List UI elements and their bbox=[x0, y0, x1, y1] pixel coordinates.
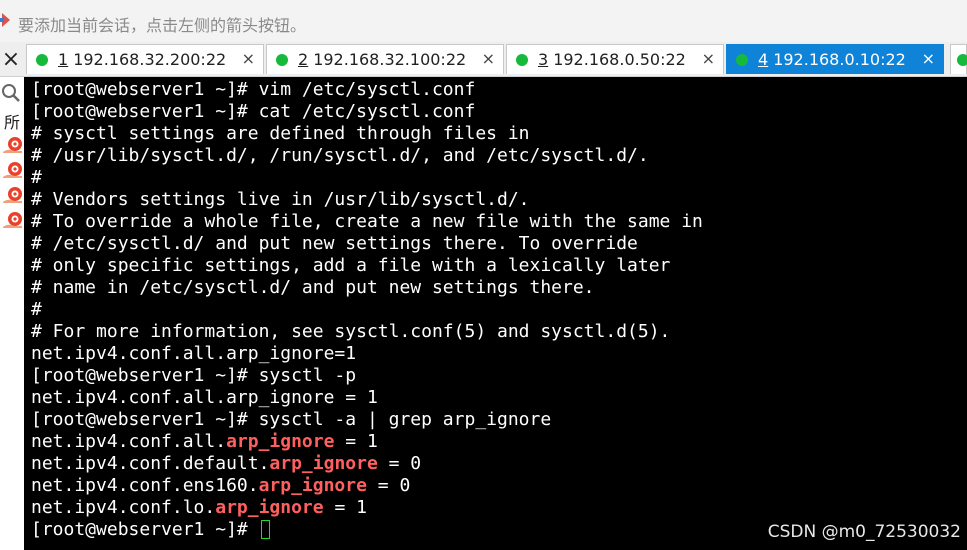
sidebar-label: 所 bbox=[4, 113, 21, 132]
grep-match: arp_ignore bbox=[226, 431, 335, 452]
tab-host: 192.168.0.10:22 bbox=[773, 50, 906, 69]
tab-number: 3 bbox=[538, 50, 549, 69]
connected-status-icon bbox=[736, 53, 748, 66]
tab-number: 4 bbox=[758, 50, 769, 69]
terminal-line: [root@webserver1 ~]# cat /etc/sysctl.con… bbox=[31, 101, 703, 123]
terminal-line: [root@webserver1 ~]# sysctl -a | grep ar… bbox=[31, 409, 703, 431]
terminal-text: net.ipv4.conf.default. bbox=[31, 453, 270, 474]
terminal-text: # bbox=[31, 167, 42, 188]
snail-session-icon[interactable] bbox=[2, 160, 24, 180]
tab-number: 2 bbox=[298, 50, 309, 69]
terminal-cursor bbox=[260, 520, 270, 539]
terminal-text: # Vendors settings live in /usr/lib/sysc… bbox=[31, 189, 530, 210]
snail-session-icon[interactable] bbox=[2, 210, 24, 230]
terminal-text: # To override a whole file, create a new… bbox=[31, 211, 703, 232]
terminal-line: # bbox=[31, 167, 703, 189]
terminal-lines: [root@webserver1 ~]# vim /etc/sysctl.con… bbox=[31, 79, 703, 541]
watermark: CSDN @m0_72530032 bbox=[767, 522, 961, 542]
terminal-line: # sysctl settings are defined through fi… bbox=[31, 123, 703, 145]
terminal-text: = 1 bbox=[334, 431, 378, 452]
terminal-text: [root@webserver1 ~]# sysctl -a | grep ar… bbox=[31, 409, 552, 430]
terminal-line: net.ipv4.conf.ens160.arp_ignore = 0 bbox=[31, 475, 703, 497]
tab-host: 192.168.0.50:22 bbox=[553, 50, 686, 69]
grep-match: arp_ignore bbox=[258, 475, 367, 496]
tab-close-icon[interactable]: × bbox=[702, 49, 715, 68]
terminal-text: [root@webserver1 ~]# sysctl -p bbox=[31, 365, 357, 386]
terminal-text: net.ipv4.conf.all. bbox=[31, 431, 227, 452]
terminal-line: # only specific settings, add a file wit… bbox=[31, 255, 703, 277]
terminal-text: = 0 bbox=[377, 453, 422, 474]
terminal-text: net.ipv4.conf.lo. bbox=[31, 497, 216, 518]
tab-close-icon[interactable]: × bbox=[242, 49, 255, 68]
terminal-line: # bbox=[31, 299, 703, 321]
terminal-line: net.ipv4.conf.all.arp_ignore = 1 bbox=[31, 431, 703, 453]
terminal-line: # Vendors settings live in /usr/lib/sysc… bbox=[31, 189, 703, 211]
search-icon[interactable] bbox=[1, 83, 21, 103]
arrow-hint-icon bbox=[0, 13, 10, 27]
tab-session-4[interactable]: 4 192.168.0.10:22 × bbox=[726, 44, 944, 74]
tab-session-2[interactable]: 2 192.168.32.100:22 × bbox=[266, 44, 504, 74]
tab-session-overflow[interactable] bbox=[950, 44, 967, 74]
terminal-text: [root@webserver1 ~]# vim /etc/sysctl.con… bbox=[31, 79, 476, 100]
terminal-text: net.ipv4.conf.all.arp_ignore = 1 bbox=[31, 387, 378, 408]
terminal-line: [root@webserver1 ~]# sysctl -p bbox=[31, 365, 703, 387]
tab-close-icon[interactable]: × bbox=[922, 49, 935, 68]
terminal-text: # only specific settings, add a file wit… bbox=[31, 255, 671, 276]
terminal-text: net.ipv4.conf.ens160. bbox=[31, 475, 259, 496]
terminal-text: [root@webserver1 ~]# bbox=[31, 519, 259, 540]
terminal-line: # To override a whole file, create a new… bbox=[31, 211, 703, 233]
terminal-text: # sysctl settings are defined through fi… bbox=[31, 123, 530, 144]
terminal-line: [root@webserver1 ~]# bbox=[31, 519, 703, 541]
terminal-text: net.ipv4.conf.all.arp_ignore=1 bbox=[31, 343, 357, 364]
tab-number: 1 bbox=[58, 50, 69, 69]
terminal-output[interactable]: [root@webserver1 ~]# vim /etc/sysctl.con… bbox=[24, 77, 967, 550]
terminal-line: [root@webserver1 ~]# vim /etc/sysctl.con… bbox=[31, 79, 703, 101]
terminal-text: # bbox=[31, 299, 42, 320]
terminal-text: = 1 bbox=[323, 497, 367, 518]
connected-status-icon bbox=[36, 53, 48, 66]
snail-session-icon[interactable] bbox=[2, 185, 24, 205]
terminal-line: # For more information, see sysctl.conf(… bbox=[31, 321, 703, 343]
tab-session-1[interactable]: 1 192.168.32.200:22 × bbox=[26, 44, 264, 74]
close-all-icon[interactable]: × bbox=[0, 42, 22, 76]
terminal-text: = 0 bbox=[366, 475, 411, 496]
session-hint-bar: 要添加当前会话，点击左侧的箭头按钮。 bbox=[0, 0, 967, 43]
hint-text: 要添加当前会话，点击左侧的箭头按钮。 bbox=[18, 16, 307, 35]
terminal-text: # name in /etc/sysctl.d/ and put new set… bbox=[31, 277, 595, 298]
terminal-line: net.ipv4.conf.default.arp_ignore = 0 bbox=[31, 453, 703, 475]
terminal-line: net.ipv4.conf.lo.arp_ignore = 1 bbox=[31, 497, 703, 519]
terminal-line: net.ipv4.conf.all.arp_ignore = 1 bbox=[31, 387, 703, 409]
grep-match: arp_ignore bbox=[215, 497, 324, 518]
tab-host: 192.168.32.100:22 bbox=[313, 50, 467, 69]
terminal-line: net.ipv4.conf.all.arp_ignore=1 bbox=[31, 343, 703, 365]
terminal-text: # /etc/sysctl.d/ and put new settings th… bbox=[31, 233, 638, 254]
session-sidebar: 所 bbox=[0, 77, 24, 550]
terminal-text: # For more information, see sysctl.conf(… bbox=[31, 321, 671, 342]
terminal-text: # /usr/lib/sysctl.d/, /run/sysctl.d/, an… bbox=[31, 145, 649, 166]
connected-status-icon bbox=[516, 53, 528, 66]
tab-host: 192.168.32.200:22 bbox=[73, 50, 227, 69]
terminal-line: # /etc/sysctl.d/ and put new settings th… bbox=[31, 233, 703, 255]
connected-status-icon bbox=[957, 54, 967, 66]
connected-status-icon bbox=[276, 53, 288, 66]
tab-close-icon[interactable]: × bbox=[482, 49, 495, 68]
tab-session-3[interactable]: 3 192.168.0.50:22 × bbox=[506, 44, 724, 74]
terminal-line: # /usr/lib/sysctl.d/, /run/sysctl.d/, an… bbox=[31, 145, 703, 167]
snail-session-icon[interactable] bbox=[2, 135, 24, 155]
terminal-text: [root@webserver1 ~]# cat /etc/sysctl.con… bbox=[31, 101, 476, 122]
terminal-line: # name in /etc/sysctl.d/ and put new set… bbox=[31, 277, 703, 299]
grep-match: arp_ignore bbox=[269, 453, 378, 474]
